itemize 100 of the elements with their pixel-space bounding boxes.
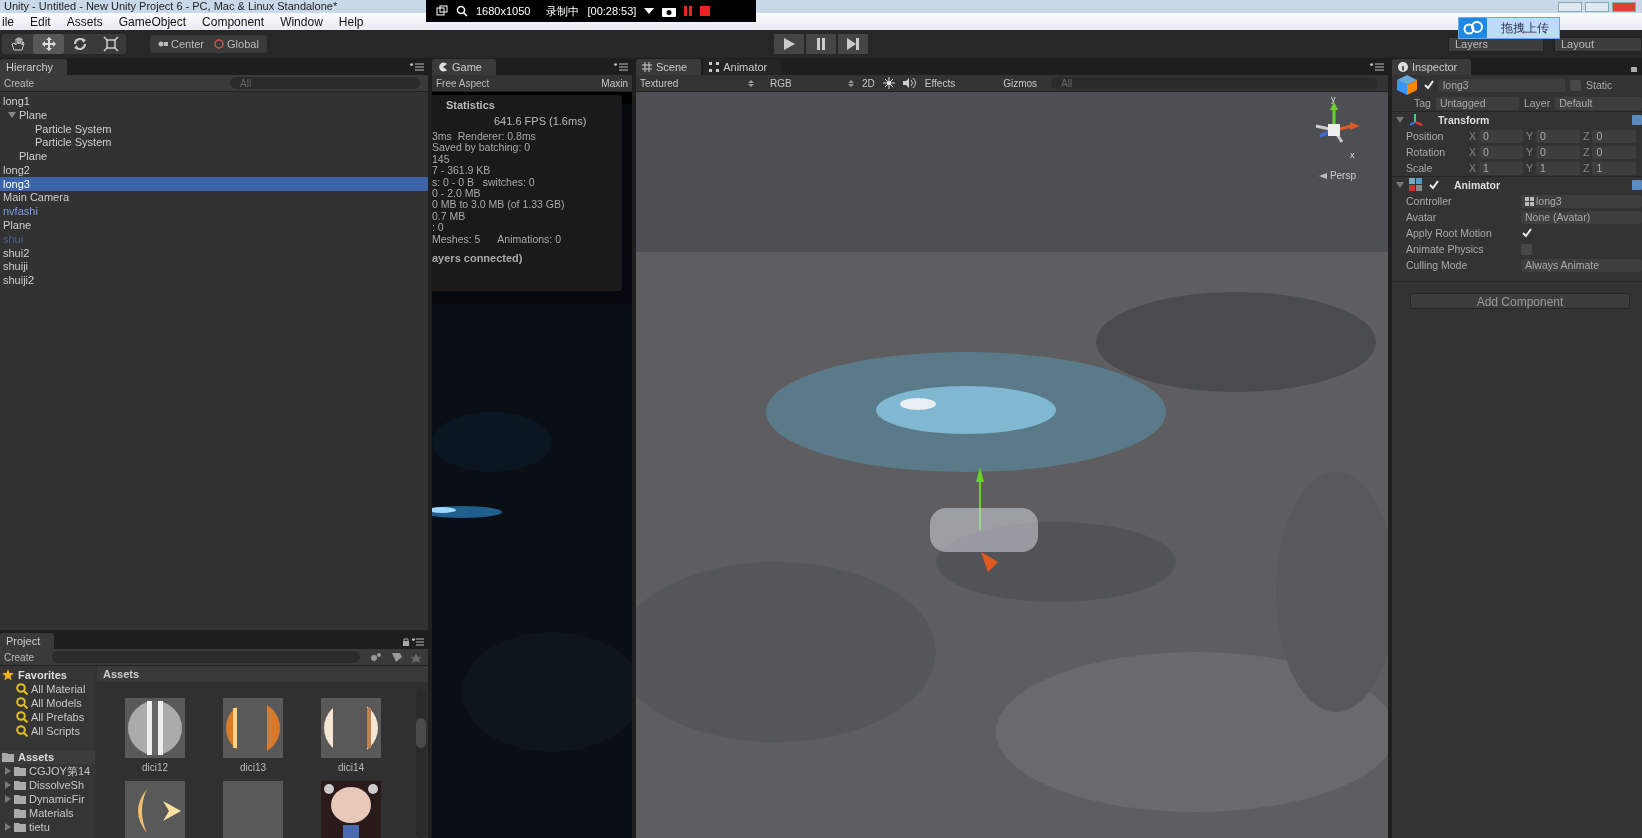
object-field[interactable]: long3 [1521, 194, 1642, 208]
hierarchy-item[interactable]: shuiji2 [0, 273, 428, 288]
triangle-icon[interactable] [5, 781, 11, 789]
breadcrumb[interactable]: Assets [103, 668, 140, 680]
step-button[interactable] [838, 34, 868, 54]
menu-item[interactable]: Window [278, 14, 331, 29]
hierarchy-item[interactable]: long2 [0, 163, 428, 177]
create-dropdown[interactable]: Create [4, 77, 34, 89]
number-field[interactable]: 0 [1479, 129, 1523, 143]
project-tab[interactable]: Project [0, 633, 55, 649]
menu-item[interactable]: Edit [28, 14, 59, 29]
hierarchy-item[interactable]: Main Camera [0, 190, 428, 205]
hierarchy-item[interactable]: Plane [0, 107, 428, 122]
add-component-button[interactable]: Add Component [1410, 293, 1630, 309]
hierarchy-item[interactable]: shuiji [0, 259, 428, 274]
filter-icons-drawing[interactable] [370, 651, 424, 663]
gizmos-dropdown[interactable]: Gizmos [1003, 77, 1038, 89]
assets-header[interactable]: Assets [0, 750, 95, 764]
component-header[interactable]: Animator [1392, 176, 1642, 193]
folder-item[interactable]: DissolveSh [0, 778, 95, 792]
name-field[interactable]: long3 [1439, 78, 1565, 92]
caret-icon[interactable] [644, 7, 655, 15]
hierarchy-item[interactable]: Particle System [0, 121, 428, 136]
pause-button[interactable] [806, 34, 836, 54]
favorite-item[interactable]: All Prefabs [0, 710, 95, 724]
object-field[interactable]: None (Avatar) [1521, 210, 1642, 224]
menu-item[interactable]: Component [200, 14, 273, 29]
dropdown-arrows-icon[interactable] [748, 78, 754, 88]
folder-item[interactable]: tietu [0, 820, 95, 834]
maximize-toggle[interactable]: Maxin [601, 77, 628, 89]
hierarchy-item[interactable]: nvfashi [0, 204, 428, 219]
triangle-icon[interactable] [5, 823, 11, 831]
favorite-item[interactable]: All Scripts [0, 724, 95, 738]
scrollbar[interactable] [416, 688, 426, 838]
search-icon[interactable] [456, 5, 468, 17]
hierarchy-item[interactable]: long1 [0, 94, 428, 108]
hierarchy-item[interactable]: long3 [0, 176, 428, 191]
menu-item[interactable]: ile [0, 14, 22, 29]
render-mode-dropdown[interactable]: RGB [770, 77, 840, 89]
close-button[interactable] [1612, 1, 1636, 12]
triangle-icon[interactable] [8, 110, 16, 119]
triangle-icon[interactable] [5, 767, 11, 775]
move-tool-button[interactable] [33, 34, 64, 54]
window-icon[interactable] [436, 5, 448, 17]
folder-item[interactable]: Materials [0, 806, 95, 820]
hierarchy-item[interactable]: Plane [0, 218, 428, 232]
dropdown-arrows-icon[interactable] [848, 78, 854, 88]
layout-dropdown[interactable]: Layout [1554, 36, 1642, 52]
favorites-header[interactable]: Favorites [0, 668, 95, 682]
game-tab[interactable]: Game [432, 59, 496, 75]
panel-menu-icon[interactable] [1370, 63, 1384, 71]
hierarchy-item[interactable]: shui2 [0, 245, 428, 260]
culling-dropdown[interactable]: Always Animate [1521, 258, 1642, 272]
axis-gizmo-drawing[interactable] [1315, 102, 1360, 143]
triangle-icon[interactable] [5, 795, 11, 803]
number-field[interactable]: 0 [1592, 129, 1637, 143]
hierarchy-tab[interactable]: Hierarchy [0, 59, 68, 75]
number-field[interactable]: 1 [1592, 161, 1637, 175]
scene-tab[interactable]: Scene [636, 59, 702, 75]
speaker-icon[interactable] [902, 77, 917, 89]
stop-icon[interactable] [700, 6, 711, 16]
panel-menu-icon[interactable] [614, 63, 628, 71]
favorite-item[interactable]: All Material [0, 682, 95, 696]
scene-tab[interactable]: Animator [703, 59, 782, 75]
pause-icon[interactable] [684, 6, 693, 16]
layer-dropdown[interactable]: Default [1555, 96, 1642, 110]
folder-item[interactable]: DynamicFir [0, 792, 95, 806]
space-button[interactable]: Global [210, 35, 263, 53]
hierarchy-item[interactable]: Plane [0, 149, 428, 163]
2d-toggle[interactable]: 2D [862, 77, 875, 89]
play-button[interactable] [774, 34, 804, 54]
shading-dropdown[interactable]: Textured [640, 77, 740, 89]
number-field[interactable]: 1 [1479, 161, 1523, 175]
checkbox[interactable] [1521, 227, 1532, 239]
number-field[interactable]: 0 [1536, 145, 1581, 159]
effects-dropdown[interactable]: Effects [924, 77, 956, 89]
projection-label[interactable]: Persp [1318, 170, 1356, 181]
pivot-button[interactable]: Center [154, 35, 209, 53]
number-field[interactable]: 1 [1536, 161, 1581, 175]
folder-item[interactable]: CGJOY第14 [0, 764, 95, 778]
checkbox[interactable] [1423, 79, 1434, 91]
number-field[interactable]: 0 [1479, 145, 1523, 159]
lock-icon[interactable] [402, 637, 424, 646]
create-dropdown[interactable]: Create [4, 651, 34, 663]
inspector-tab[interactable]: Inspector [1392, 59, 1472, 75]
panel-menu-icon[interactable] [410, 63, 424, 71]
menu-item[interactable]: GameObject [116, 14, 195, 29]
camera-icon[interactable] [662, 5, 677, 17]
number-field[interactable]: 0 [1592, 145, 1637, 159]
number-field[interactable]: 0 [1536, 129, 1581, 143]
favorite-item[interactable]: All Models [0, 696, 95, 710]
component-header[interactable]: Transform [1392, 111, 1642, 128]
checkbox[interactable] [1428, 179, 1439, 191]
menu-item[interactable]: Assets [64, 14, 111, 29]
hierarchy-item[interactable]: Particle System [0, 135, 428, 150]
menu-item[interactable]: Help [336, 14, 372, 29]
aspect-dropdown[interactable]: Free Aspect [436, 77, 490, 89]
upload-button[interactable]: 拖拽上传 [1458, 17, 1560, 39]
tag-dropdown[interactable]: Untagged [1435, 96, 1519, 110]
sun-icon[interactable] [882, 77, 895, 89]
